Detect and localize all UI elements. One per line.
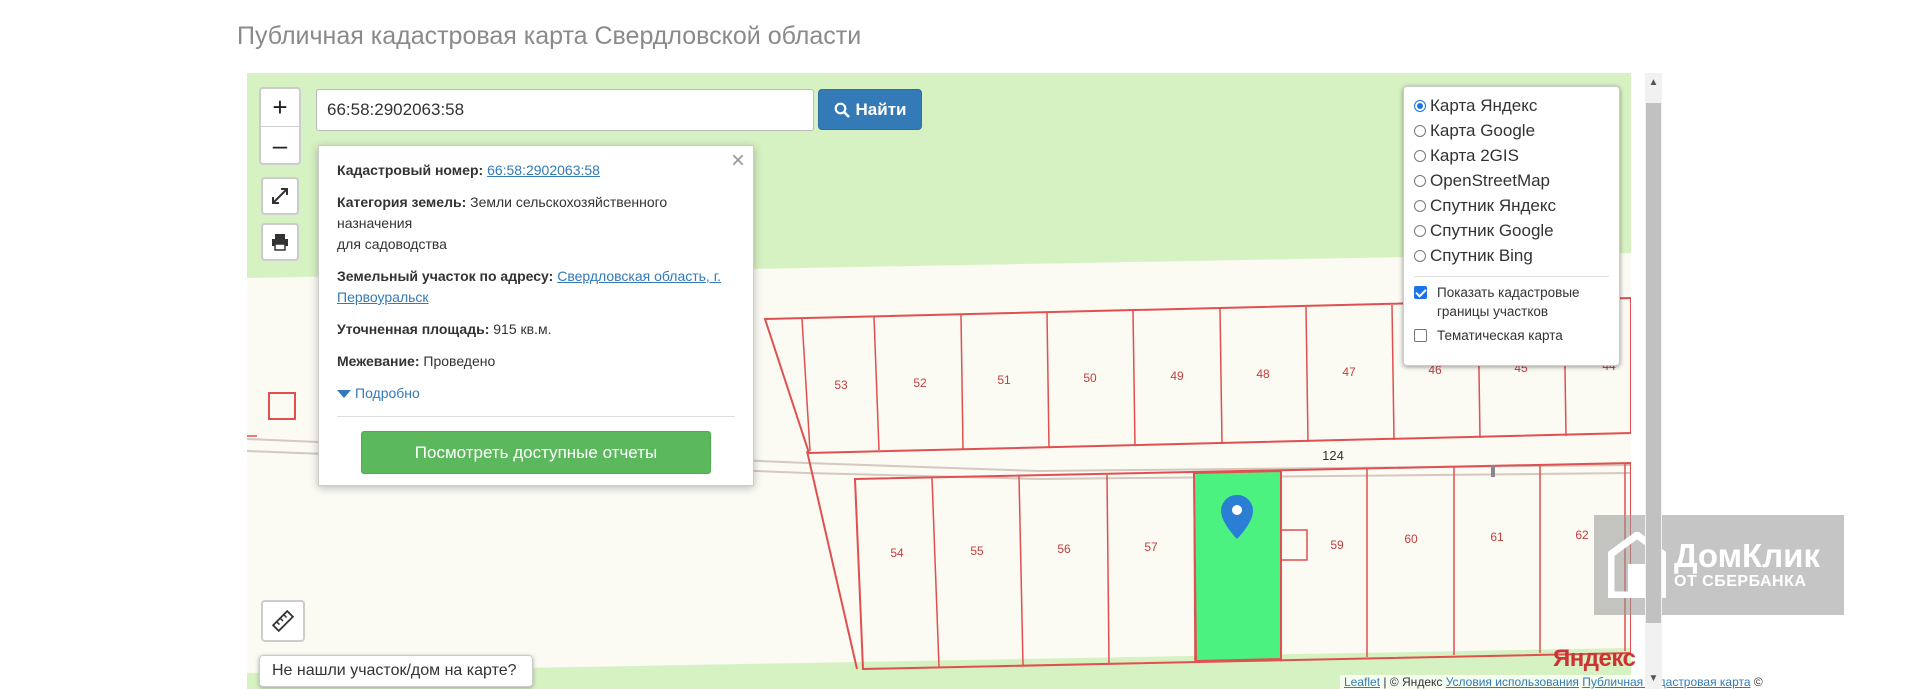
attribution-copy: ©: [1753, 675, 1763, 689]
layer-option-yandex[interactable]: Карта Яндекс: [1414, 93, 1609, 118]
attribution-copyright: © Яндекс: [1389, 675, 1443, 689]
plot-label: 62: [1575, 528, 1589, 542]
plot-label: 54: [890, 546, 904, 560]
terms-link[interactable]: Условия использования: [1446, 675, 1579, 689]
zoom-out-button[interactable]: –: [261, 127, 299, 164]
domclick-subtitle: ОТ СБЕРБАНКА: [1674, 573, 1807, 590]
survey-value: Проведено: [423, 353, 496, 369]
plot-label: 57: [1144, 540, 1158, 554]
land-category-label: Категория земель:: [337, 194, 467, 210]
attribution-separator: |: [1383, 675, 1387, 689]
page-scrollbar[interactable]: ▲ ▼: [1645, 73, 1662, 689]
survey-row: Межевание: Проведено: [337, 351, 735, 372]
layer-switcher: Карта Яндекс Карта Google Карта 2GIS Ope…: [1403, 86, 1620, 366]
road-label: 124: [1322, 448, 1344, 463]
plot-info-popup: × Кадастровый номер: 66:58:2902063:58 Ка…: [318, 145, 754, 486]
plot-label: 59: [1330, 538, 1344, 552]
layer-option-label: Спутник Google: [1430, 220, 1554, 240]
plot-label: 48: [1256, 367, 1270, 381]
checkbox-label: Тематическая карта: [1437, 328, 1563, 343]
radio-icon[interactable]: [1414, 174, 1426, 187]
cadastral-number-link[interactable]: 66:58:2902063:58: [487, 162, 600, 178]
details-toggle[interactable]: Подробно: [337, 383, 735, 404]
checkbox-icon[interactable]: [1414, 329, 1427, 342]
divider: [1414, 276, 1609, 277]
expand-icon: [272, 188, 288, 204]
area-row: Уточненная площадь: 915 кв.м.: [337, 319, 735, 340]
survey-label: Межевание:: [337, 353, 420, 369]
scrollbar-thumb[interactable]: [1646, 103, 1661, 623]
domclick-watermark: ДомКлик ОТ СБЕРБАНКА: [1594, 515, 1844, 615]
layer-option-label: OpenStreetMap: [1430, 170, 1551, 190]
plot-label: 61: [1490, 530, 1504, 544]
thematic-map-toggle[interactable]: Тематическая карта: [1414, 326, 1609, 345]
address-label: Земельный участок по адресу:: [337, 268, 554, 284]
layer-option-label: Карта Google: [1430, 120, 1536, 140]
layer-option-google-satellite[interactable]: Спутник Google: [1414, 218, 1609, 243]
search-button-label: Найти: [855, 99, 907, 119]
not-found-help-button[interactable]: Не нашли участок/дом на карте?: [259, 655, 533, 687]
layer-option-yandex-satellite[interactable]: Спутник Яндекс: [1414, 193, 1609, 218]
radio-icon[interactable]: [1414, 199, 1426, 212]
domclick-text: ДомКлик ОТ СБЕРБАНКА: [1674, 539, 1820, 591]
zoom-in-button[interactable]: +: [261, 89, 299, 127]
layer-option-label: Спутник Яндекс: [1430, 195, 1556, 215]
ruler-button[interactable]: [261, 600, 305, 642]
radio-icon[interactable]: [1414, 149, 1426, 162]
search-button[interactable]: Найти: [818, 89, 922, 130]
map-attribution: Leaflet | © Яндекс Условия использования…: [1340, 675, 1767, 689]
radio-icon[interactable]: [1414, 249, 1426, 262]
details-label: Подробно: [355, 385, 420, 401]
scroll-down-icon[interactable]: ▼: [1645, 673, 1662, 684]
ruler-icon: [272, 610, 294, 632]
scroll-up-icon[interactable]: ▲: [1645, 77, 1662, 88]
radio-icon[interactable]: [1414, 124, 1426, 137]
print-button[interactable]: [261, 223, 299, 261]
plot-label: 55: [970, 544, 984, 558]
area-value: 915 кв.м.: [493, 321, 552, 337]
view-reports-button[interactable]: Посмотреть доступные отчеты: [361, 431, 711, 474]
fullscreen-button[interactable]: [261, 177, 299, 215]
land-use-value: для садоводства: [337, 236, 447, 252]
printer-icon: [272, 234, 288, 251]
layer-option-label: Карта 2GIS: [1430, 145, 1519, 165]
cadastral-number-label: Кадастровый номер:: [337, 162, 484, 178]
layer-option-google[interactable]: Карта Google: [1414, 118, 1609, 143]
plot-label: 51: [997, 373, 1011, 387]
pole-icon: [1491, 465, 1495, 477]
search-icon: [834, 102, 850, 118]
checkbox-label: Показать кадастровые границы участков: [1437, 285, 1580, 319]
radio-icon[interactable]: [1414, 224, 1426, 237]
plot-label: 50: [1083, 371, 1097, 385]
page-title: Публичная кадастровая карта Свердловской…: [237, 22, 862, 50]
layer-option-osm[interactable]: OpenStreetMap: [1414, 168, 1609, 193]
plot-label: 60: [1404, 532, 1418, 546]
zoom-control: + –: [259, 87, 301, 165]
search-input[interactable]: [316, 89, 814, 131]
domclick-brand: ДомКлик: [1674, 537, 1820, 574]
plot-label: 49: [1170, 369, 1184, 383]
caret-down-icon: [337, 389, 351, 398]
land-category-row: Категория земель: Земли сельскохозяйстве…: [337, 192, 735, 255]
area-label: Уточненная площадь:: [337, 321, 490, 337]
layer-option-2gis[interactable]: Карта 2GIS: [1414, 143, 1609, 168]
plot-label: 47: [1342, 365, 1356, 379]
plot-label: 53: [834, 378, 848, 392]
layer-option-label: Карта Яндекс: [1430, 95, 1538, 115]
layer-option-label: Спутник Bing: [1430, 245, 1533, 265]
yandex-logo: Яндекс: [1553, 645, 1636, 672]
checkbox-checked-icon[interactable]: [1414, 286, 1427, 299]
show-boundaries-toggle[interactable]: Показать кадастровые границы участков: [1414, 283, 1609, 321]
leaflet-link[interactable]: Leaflet: [1344, 675, 1380, 689]
plot-label: 52: [913, 376, 927, 390]
close-icon[interactable]: ×: [731, 149, 745, 173]
address-row: Земельный участок по адресу: Свердловска…: [337, 266, 735, 308]
radio-icon[interactable]: [1414, 99, 1426, 112]
cadastral-number-row: Кадастровый номер: 66:58:2902063:58: [337, 160, 735, 181]
divider: [337, 416, 735, 417]
plot-label: 56: [1057, 542, 1071, 556]
layer-option-bing-satellite[interactable]: Спутник Bing: [1414, 243, 1609, 268]
cadastral-map-link[interactable]: Публичная кадастровая карта: [1582, 675, 1750, 689]
